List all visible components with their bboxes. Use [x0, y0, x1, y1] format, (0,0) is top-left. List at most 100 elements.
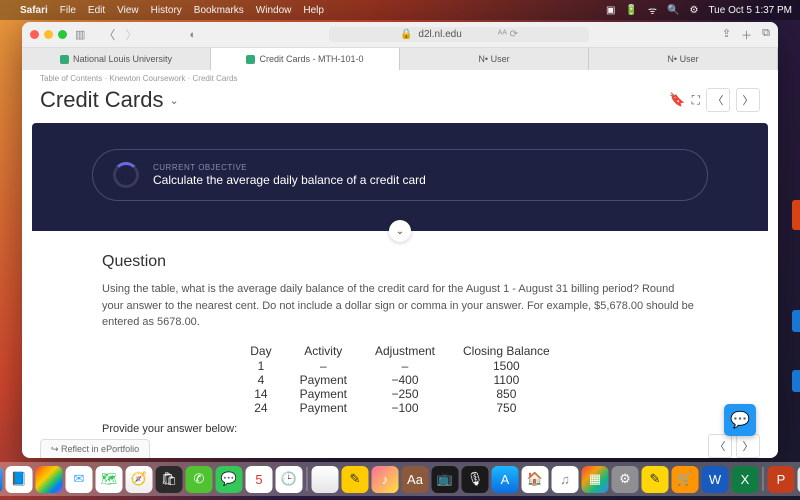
dock-app-15[interactable]: 📺 [432, 466, 459, 493]
menu-bookmarks[interactable]: Bookmarks [194, 5, 244, 16]
app-name[interactable]: Safari [20, 5, 48, 16]
menu-window[interactable]: Window [256, 5, 292, 16]
dock-app-20[interactable]: ▦ [582, 466, 609, 493]
dock-app-5[interactable]: 🧭 [126, 466, 153, 493]
menu-edit[interactable]: Edit [88, 5, 105, 16]
lock-icon: 🔒 [400, 29, 412, 40]
table-row: 24Payment−100750 [236, 401, 563, 415]
dock-app-25[interactable]: X [732, 466, 759, 493]
dock-app-6[interactable]: 🛍 [156, 466, 183, 493]
dock-app-12[interactable]: ✎ [342, 466, 369, 493]
background-window-peek[interactable] [792, 310, 800, 332]
chat-button[interactable]: 💬 [724, 404, 756, 436]
dock-app-11[interactable] [312, 466, 339, 493]
data-table: Day Activity Adjustment Closing Balance … [236, 343, 563, 415]
menu-help[interactable]: Help [303, 5, 324, 16]
chat-icon: 💬 [730, 410, 750, 430]
tab-bar: National Louis University Credit Cards -… [22, 48, 778, 70]
question-panel: Question Using the table, what is the av… [32, 231, 768, 445]
bottom-next-button[interactable]: 〉 [736, 434, 760, 458]
background-window-peek[interactable] [792, 200, 800, 230]
address-bar[interactable]: 🔒 d2l.nl.edu ᴬᴬ ⟳ [329, 27, 589, 42]
search-icon[interactable]: 🔍 [667, 5, 679, 16]
col-day: Day [236, 343, 285, 359]
dock-app-13[interactable]: ♪ [372, 466, 399, 493]
expand-icon[interactable]: ⛶ [692, 93, 700, 108]
safari-window: ▥ 〈 〉 ◐ 🔒 d2l.nl.edu ᴬᴬ ⟳ ⇪ ＋ ⧉ National… [22, 22, 778, 458]
page-content: Table of Contents · Knewton Coursework ·… [22, 70, 778, 458]
dock: ☻📘✉︎🗺🧭🛍✆💬5🕒✎♪Aa📺🎙A🏠♫▦⚙︎✎🛒WXP🗑 [0, 462, 800, 496]
wifi-icon: ᯤ [648, 3, 657, 17]
title-dropdown-icon[interactable]: ⌄ [169, 94, 178, 107]
objective-box: CURRENT OBJECTIVE Calculate the average … [92, 149, 708, 201]
dock-app-7[interactable]: ✆ [186, 466, 213, 493]
dock-app-21[interactable]: ⚙︎ [612, 466, 639, 493]
dock-app-18[interactable]: 🏠 [522, 466, 549, 493]
dock-app-17[interactable]: A [492, 466, 519, 493]
col-activity: Activity [286, 343, 361, 359]
objective-text: Calculate the average daily balance of a… [153, 173, 426, 187]
dock-app-4[interactable]: 🗺 [96, 466, 123, 493]
tabs-icon[interactable]: ⧉ [762, 27, 770, 43]
dock-app-10[interactable]: 🕒 [276, 466, 303, 493]
tab-1[interactable]: Credit Cards - MTH-101-0 [211, 48, 400, 70]
favicon [246, 55, 255, 64]
bookmark-icon[interactable]: 🔖 [669, 92, 685, 108]
table-row: 14Payment−250850 [236, 387, 563, 401]
tab-label: National Louis University [73, 54, 172, 64]
breadcrumb[interactable]: Table of Contents · Knewton Coursework ·… [22, 70, 778, 83]
tab-label: N• User [667, 54, 698, 64]
clock[interactable]: Tue Oct 5 1:37 PM [708, 5, 792, 16]
dock-app-26[interactable]: P [768, 466, 795, 493]
close-button[interactable] [30, 30, 39, 39]
share-icon[interactable]: ⇪ [722, 27, 731, 43]
dock-app-3[interactable]: ✉︎ [66, 466, 93, 493]
prev-page-button[interactable]: 〈 [706, 88, 730, 112]
col-adjustment: Adjustment [361, 343, 449, 359]
control-center-icon[interactable]: ⚙ [689, 5, 698, 16]
dock-app-23[interactable]: 🛒 [672, 466, 699, 493]
back-button[interactable]: 〈 [99, 26, 119, 43]
tab-label: N• User [478, 54, 509, 64]
dock-app-0[interactable]: ☻ [0, 466, 3, 493]
battery-icon: 🔋 [625, 5, 637, 16]
tab-3[interactable]: N• User [589, 48, 778, 70]
background-window-peek[interactable] [792, 370, 800, 392]
dock-app-16[interactable]: 🎙 [462, 466, 489, 493]
page-title: Credit Cards [40, 87, 163, 113]
favicon [60, 55, 69, 64]
reader-icon[interactable]: ᴬᴬ ⟳ [498, 29, 518, 40]
menu-file[interactable]: File [60, 5, 76, 16]
table-row: 1––1500 [236, 359, 563, 373]
dock-app-9[interactable]: 5 [246, 466, 273, 493]
dock-app-8[interactable]: 💬 [216, 466, 243, 493]
dock-app-14[interactable]: Aa [402, 466, 429, 493]
progress-ring-icon [113, 162, 139, 188]
menu-view[interactable]: View [117, 5, 139, 16]
expand-objective-button[interactable]: ⌄ [389, 220, 411, 242]
sidebar-toggle-icon[interactable]: ▥ [75, 28, 85, 41]
next-page-button[interactable]: 〉 [736, 88, 760, 112]
reflect-button[interactable]: ↪ Reflect in ePortfolio [40, 439, 150, 458]
tab-2[interactable]: N• User [400, 48, 589, 70]
titlebar: ▥ 〈 〉 ◐ 🔒 d2l.nl.edu ᴬᴬ ⟳ ⇪ ＋ ⧉ [22, 22, 778, 48]
table-row: 4Payment−4001100 [236, 373, 563, 387]
maximize-button[interactable] [58, 30, 67, 39]
objective-banner: CURRENT OBJECTIVE Calculate the average … [32, 123, 768, 231]
forward-button[interactable]: 〉 [121, 26, 141, 43]
dock-app-19[interactable]: ♫ [552, 466, 579, 493]
window-controls [30, 30, 67, 39]
tab-0[interactable]: National Louis University [22, 48, 211, 70]
new-tab-icon[interactable]: ＋ [741, 27, 752, 43]
dock-app-22[interactable]: ✎ [642, 466, 669, 493]
objective-label: CURRENT OBJECTIVE [153, 163, 426, 172]
bottom-prev-button[interactable]: 〈 [708, 434, 732, 458]
dock-app-1[interactable]: 📘 [6, 466, 33, 493]
menu-history[interactable]: History [151, 5, 182, 16]
shield-icon[interactable]: ◐ [189, 29, 196, 41]
dock-app-2[interactable] [36, 466, 63, 493]
col-balance: Closing Balance [449, 343, 564, 359]
minimize-button[interactable] [44, 30, 53, 39]
status-icon: ▣ [606, 5, 615, 16]
dock-app-24[interactable]: W [702, 466, 729, 493]
